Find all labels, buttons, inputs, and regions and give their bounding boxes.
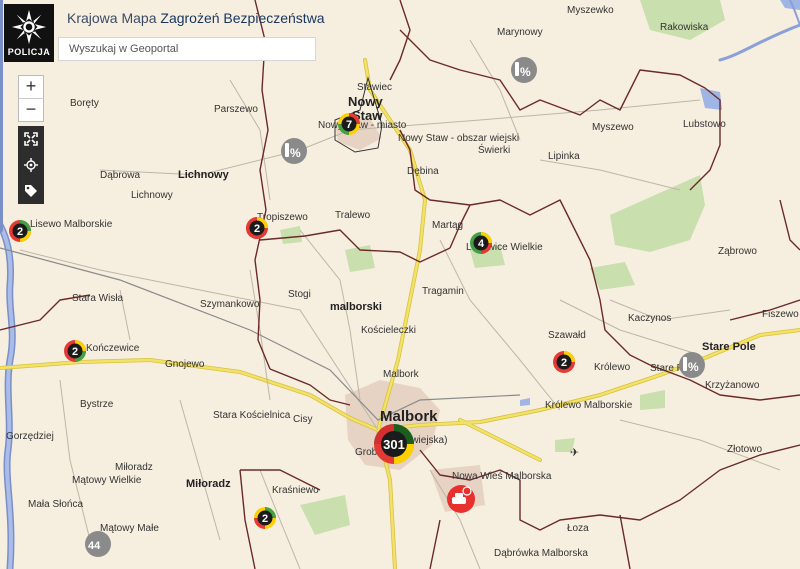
- locate-icon[interactable]: [24, 158, 38, 172]
- label-mala-slonca: Mała Słońca: [28, 499, 83, 510]
- logo-text: POLICJA: [7, 47, 51, 57]
- search-input[interactable]: Wyszukaj w Geoportal: [58, 37, 316, 61]
- car-accident-marker-nowa-wies[interactable]: [447, 485, 475, 513]
- cluster-count: 2: [254, 223, 260, 235]
- airport-icon: ✈: [570, 446, 579, 459]
- map-canvas[interactable]: Myszewko Rakowiska Marynowy Stawiec Nowy…: [0, 0, 800, 569]
- fullscreen-icon[interactable]: [24, 132, 38, 146]
- label-szawald: Szawałd: [548, 330, 586, 341]
- label-koscieleczki: Kościeleczki: [361, 325, 416, 336]
- label-nowy-staw-wiejski: Nowy Staw - obszar wiejski: [398, 133, 519, 144]
- label-kaczynos: Kaczynos: [628, 313, 671, 324]
- label-nowa-wies: Nowa Wieś Malborska: [452, 471, 552, 482]
- label-nowy: Nowy: [348, 94, 383, 109]
- label-bystrze: Bystrze: [80, 399, 114, 410]
- label-myszewo: Myszewo: [592, 122, 634, 133]
- cluster-marker-lasowice[interactable]: 4: [470, 232, 492, 254]
- label-krolewo-malborskie: Królewo Malborskie: [545, 400, 633, 411]
- label-miloradz-small: Miłoradz: [115, 462, 153, 473]
- cluster-marker-malbork[interactable]: 301: [374, 424, 414, 464]
- label-loza: Łoza: [567, 523, 589, 534]
- label-matowy-wielkie: Mątowy Wielkie: [72, 475, 142, 486]
- label-borety: Boręty: [70, 98, 99, 109]
- cluster-marker-lisewo[interactable]: 2: [9, 220, 31, 242]
- cluster-count: 2: [561, 357, 567, 369]
- label-stara-wisla: Stara Wisła: [72, 293, 124, 304]
- zoom-control: + −: [18, 75, 44, 122]
- label-malbork: Malbork: [380, 408, 438, 425]
- label-lubstowo: Lubstowo: [683, 119, 726, 130]
- page-title: Krajowa Mapa Zagrożeń Bezpieczeństwa: [67, 10, 325, 26]
- title-part2: Zagrożeń Bezpieczeństwa: [160, 10, 325, 26]
- label-krolewo: Królewo: [594, 362, 631, 373]
- police-star-icon: [11, 9, 47, 45]
- label-malbork-small: Malbork: [383, 369, 420, 380]
- cluster-marker-nowy-staw[interactable]: 7: [338, 113, 360, 135]
- tag-icon[interactable]: [24, 184, 38, 198]
- label-krzyzanowo: Krzyżanowo: [705, 380, 760, 391]
- label-stare-pole: Stare Pole: [702, 341, 756, 353]
- label-stara-koscielnica: Stara Kościelnica: [213, 410, 291, 421]
- label-zabrowo: Ząbrowo: [718, 246, 757, 257]
- cluster-count: 2: [72, 346, 78, 358]
- speed-label: 44: [88, 540, 101, 552]
- label-tralewo: Tralewo: [335, 210, 371, 221]
- label-malborski: malborski: [330, 301, 382, 313]
- cluster-marker-szawald[interactable]: 2: [553, 351, 575, 373]
- alcohol-marker-marynowy[interactable]: %: [511, 57, 537, 83]
- label-lipinka: Lipinka: [548, 151, 580, 162]
- cluster-count: 4: [478, 238, 485, 250]
- cluster-marker-krasniewo[interactable]: 2: [254, 507, 276, 529]
- cluster-count: 7: [346, 119, 352, 131]
- label-lichnowy: Lichnowy: [178, 169, 230, 181]
- label-rakowiska: Rakowiska: [660, 22, 709, 33]
- police-logo[interactable]: POLICJA: [4, 4, 54, 62]
- label-krasniewo: Kraśniewo: [272, 485, 319, 496]
- label-marynowy: Marynowy: [497, 27, 543, 38]
- cluster-marker-konczewice[interactable]: 2: [64, 340, 86, 362]
- percent-label: %: [688, 360, 699, 374]
- label-nowy-staw-miasto: Nowy Staw - miasto: [318, 120, 407, 131]
- alcohol-marker-nowy-staw[interactable]: %: [281, 138, 307, 164]
- title-part1: Krajowa Mapa: [67, 10, 157, 26]
- label-stawiec: Stawiec: [357, 82, 392, 93]
- label-gnojewo: Gnojewo: [165, 359, 205, 370]
- label-dabrowa: Dąbrowa: [100, 170, 140, 181]
- label-gorzedziej: Gorzędziej: [6, 431, 54, 442]
- label-zlotowo: Złotowo: [727, 444, 762, 455]
- label-debina: Dębina: [407, 166, 439, 177]
- percent-label: %: [290, 146, 301, 160]
- app-header: POLICJA Krajowa Mapa Zagrożeń Bezpieczeń…: [0, 0, 325, 64]
- cluster-count: 2: [262, 513, 268, 525]
- label-cisy: Cisy: [293, 414, 312, 425]
- label-szymankowo: Szymankowo: [200, 299, 260, 310]
- label-lichnowy-small: Lichnowy: [131, 190, 173, 201]
- label-miloradz: Miłoradz: [186, 478, 231, 490]
- label-lisewo: Lisewo Malborskie: [30, 219, 113, 230]
- label-stogi: Stogi: [288, 289, 311, 300]
- label-fiszewo: Fiszewo: [762, 309, 799, 320]
- zoom-out-button[interactable]: −: [19, 98, 43, 121]
- label-swierki: Świerki: [478, 143, 510, 156]
- label-konczewice: Kończewice: [86, 343, 140, 354]
- cluster-marker-tropiszewo[interactable]: 2: [246, 217, 268, 239]
- map-tools: [18, 126, 44, 204]
- label-dabrowka: Dąbrówka Malborska: [494, 548, 588, 559]
- zoom-in-button[interactable]: +: [19, 76, 43, 98]
- label-matowy-male: Mątowy Małe: [100, 523, 159, 534]
- percent-label: %: [520, 65, 531, 79]
- label-tragamin: Tragamin: [422, 286, 464, 297]
- label-parszewo: Parszewo: [214, 104, 258, 115]
- alcohol-marker-stare-pole[interactable]: %: [679, 352, 705, 378]
- speeding-marker-matowy[interactable]: 44: [85, 531, 111, 557]
- label-myszewko: Myszewko: [567, 5, 614, 16]
- cluster-count: 2: [17, 226, 23, 238]
- label-martag: Martąg: [432, 220, 463, 231]
- cluster-count: 301: [383, 437, 405, 452]
